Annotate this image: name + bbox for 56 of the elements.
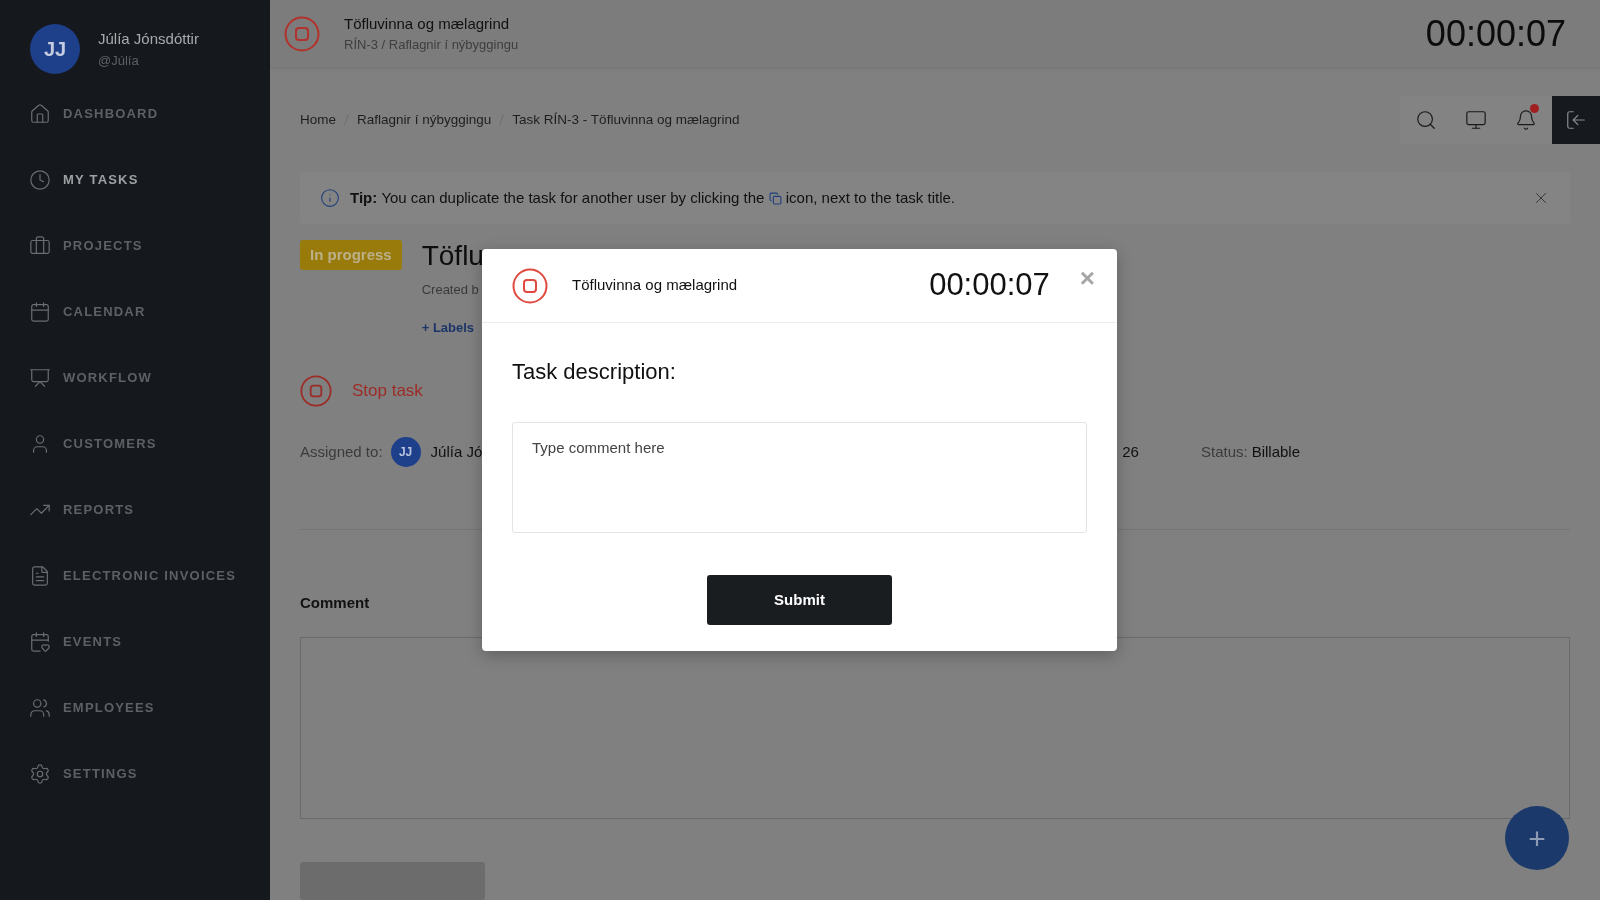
- nav-item[interactable]: EVENTS: [0, 609, 270, 675]
- close-button[interactable]: ×: [1079, 265, 1095, 291]
- assignee-avatar: JJ: [390, 437, 421, 468]
- modal-timer: 00:00:07: [929, 266, 1050, 305]
- avatar[interactable]: JJ: [30, 24, 80, 74]
- task-title: Töflu: [421, 240, 484, 273]
- assignee-name: Júlía Jó: [430, 441, 483, 462]
- created-by-text: Created b: [421, 281, 480, 300]
- user-handle: @Júlía: [98, 51, 140, 70]
- info-icon: [320, 188, 340, 209]
- logout-button[interactable]: [1552, 95, 1600, 144]
- monitor-icon[interactable]: [1465, 108, 1487, 131]
- stop-task-button[interactable]: Stop task: [352, 378, 423, 404]
- calendar-icon: [29, 301, 51, 323]
- copy-icon: [768, 191, 782, 205]
- presentation-board-icon: [29, 367, 51, 389]
- nav-item[interactable]: SETTINGS: [0, 741, 270, 807]
- nav-item[interactable]: DASHBOARD: [0, 81, 270, 147]
- nav-item[interactable]: ELECTRONIC INVOICES: [0, 543, 270, 609]
- home-icon: [29, 103, 51, 125]
- status-badge: In progress: [300, 240, 402, 271]
- document-icon: [29, 565, 51, 587]
- nav-item[interactable]: CUSTOMERS: [0, 411, 270, 477]
- nav-item[interactable]: REPORTS: [0, 477, 270, 543]
- comment-label: Comment: [300, 593, 370, 614]
- status-value: Billable: [1251, 441, 1301, 462]
- people-icon: [29, 697, 51, 719]
- stop-icon[interactable]: [512, 267, 548, 304]
- notification-bell-icon[interactable]: [1515, 108, 1537, 131]
- breadcrumb-link[interactable]: Home: [300, 109, 336, 130]
- nav-item[interactable]: MY TASKS: [0, 147, 270, 213]
- nav-item[interactable]: WORKFLOW: [0, 345, 270, 411]
- timer-task-title: Töfluvinna og mælagrind: [344, 13, 511, 34]
- modal-task-title: Töfluvinna og mælagrind: [572, 275, 738, 296]
- submit-button[interactable]: Submit: [707, 575, 892, 625]
- tip-text: Tip: You can duplicate the task for another user by clicking the icon, next to the task title.: [350, 188, 955, 208]
- labels-link[interactable]: + Labels: [421, 317, 484, 338]
- breadcrumb-link[interactable]: Task RÍN-3 - Töfluvinna og mælagrind: [512, 109, 740, 130]
- nav-item[interactable]: EMPLOYEES: [0, 675, 270, 741]
- exit-arrow-icon: [1565, 108, 1587, 131]
- add-button[interactable]: +: [1505, 806, 1569, 870]
- user-name: Júlía Jónsdóttir: [98, 29, 199, 49]
- breadcrumb-link[interactable]: Raflagnir í nýbyggingu: [357, 109, 492, 130]
- briefcase-icon: [29, 235, 51, 257]
- clock-icon: [29, 169, 51, 191]
- timer-display: 00:00:07: [1425, 11, 1566, 56]
- settings-icon: [29, 763, 51, 785]
- assigned-label: Assigned to:: [300, 441, 383, 462]
- status-label: Status:: [1200, 441, 1248, 462]
- search-icon[interactable]: [1415, 108, 1437, 131]
- calendar-heart-icon: [29, 631, 51, 653]
- nav-item[interactable]: PROJECTS: [0, 213, 270, 279]
- description-field[interactable]: Type comment here: [512, 422, 1087, 533]
- nav-item[interactable]: CALENDAR: [0, 279, 270, 345]
- modal-heading: Task description:: [512, 358, 677, 386]
- date-text: 26: [1122, 441, 1139, 462]
